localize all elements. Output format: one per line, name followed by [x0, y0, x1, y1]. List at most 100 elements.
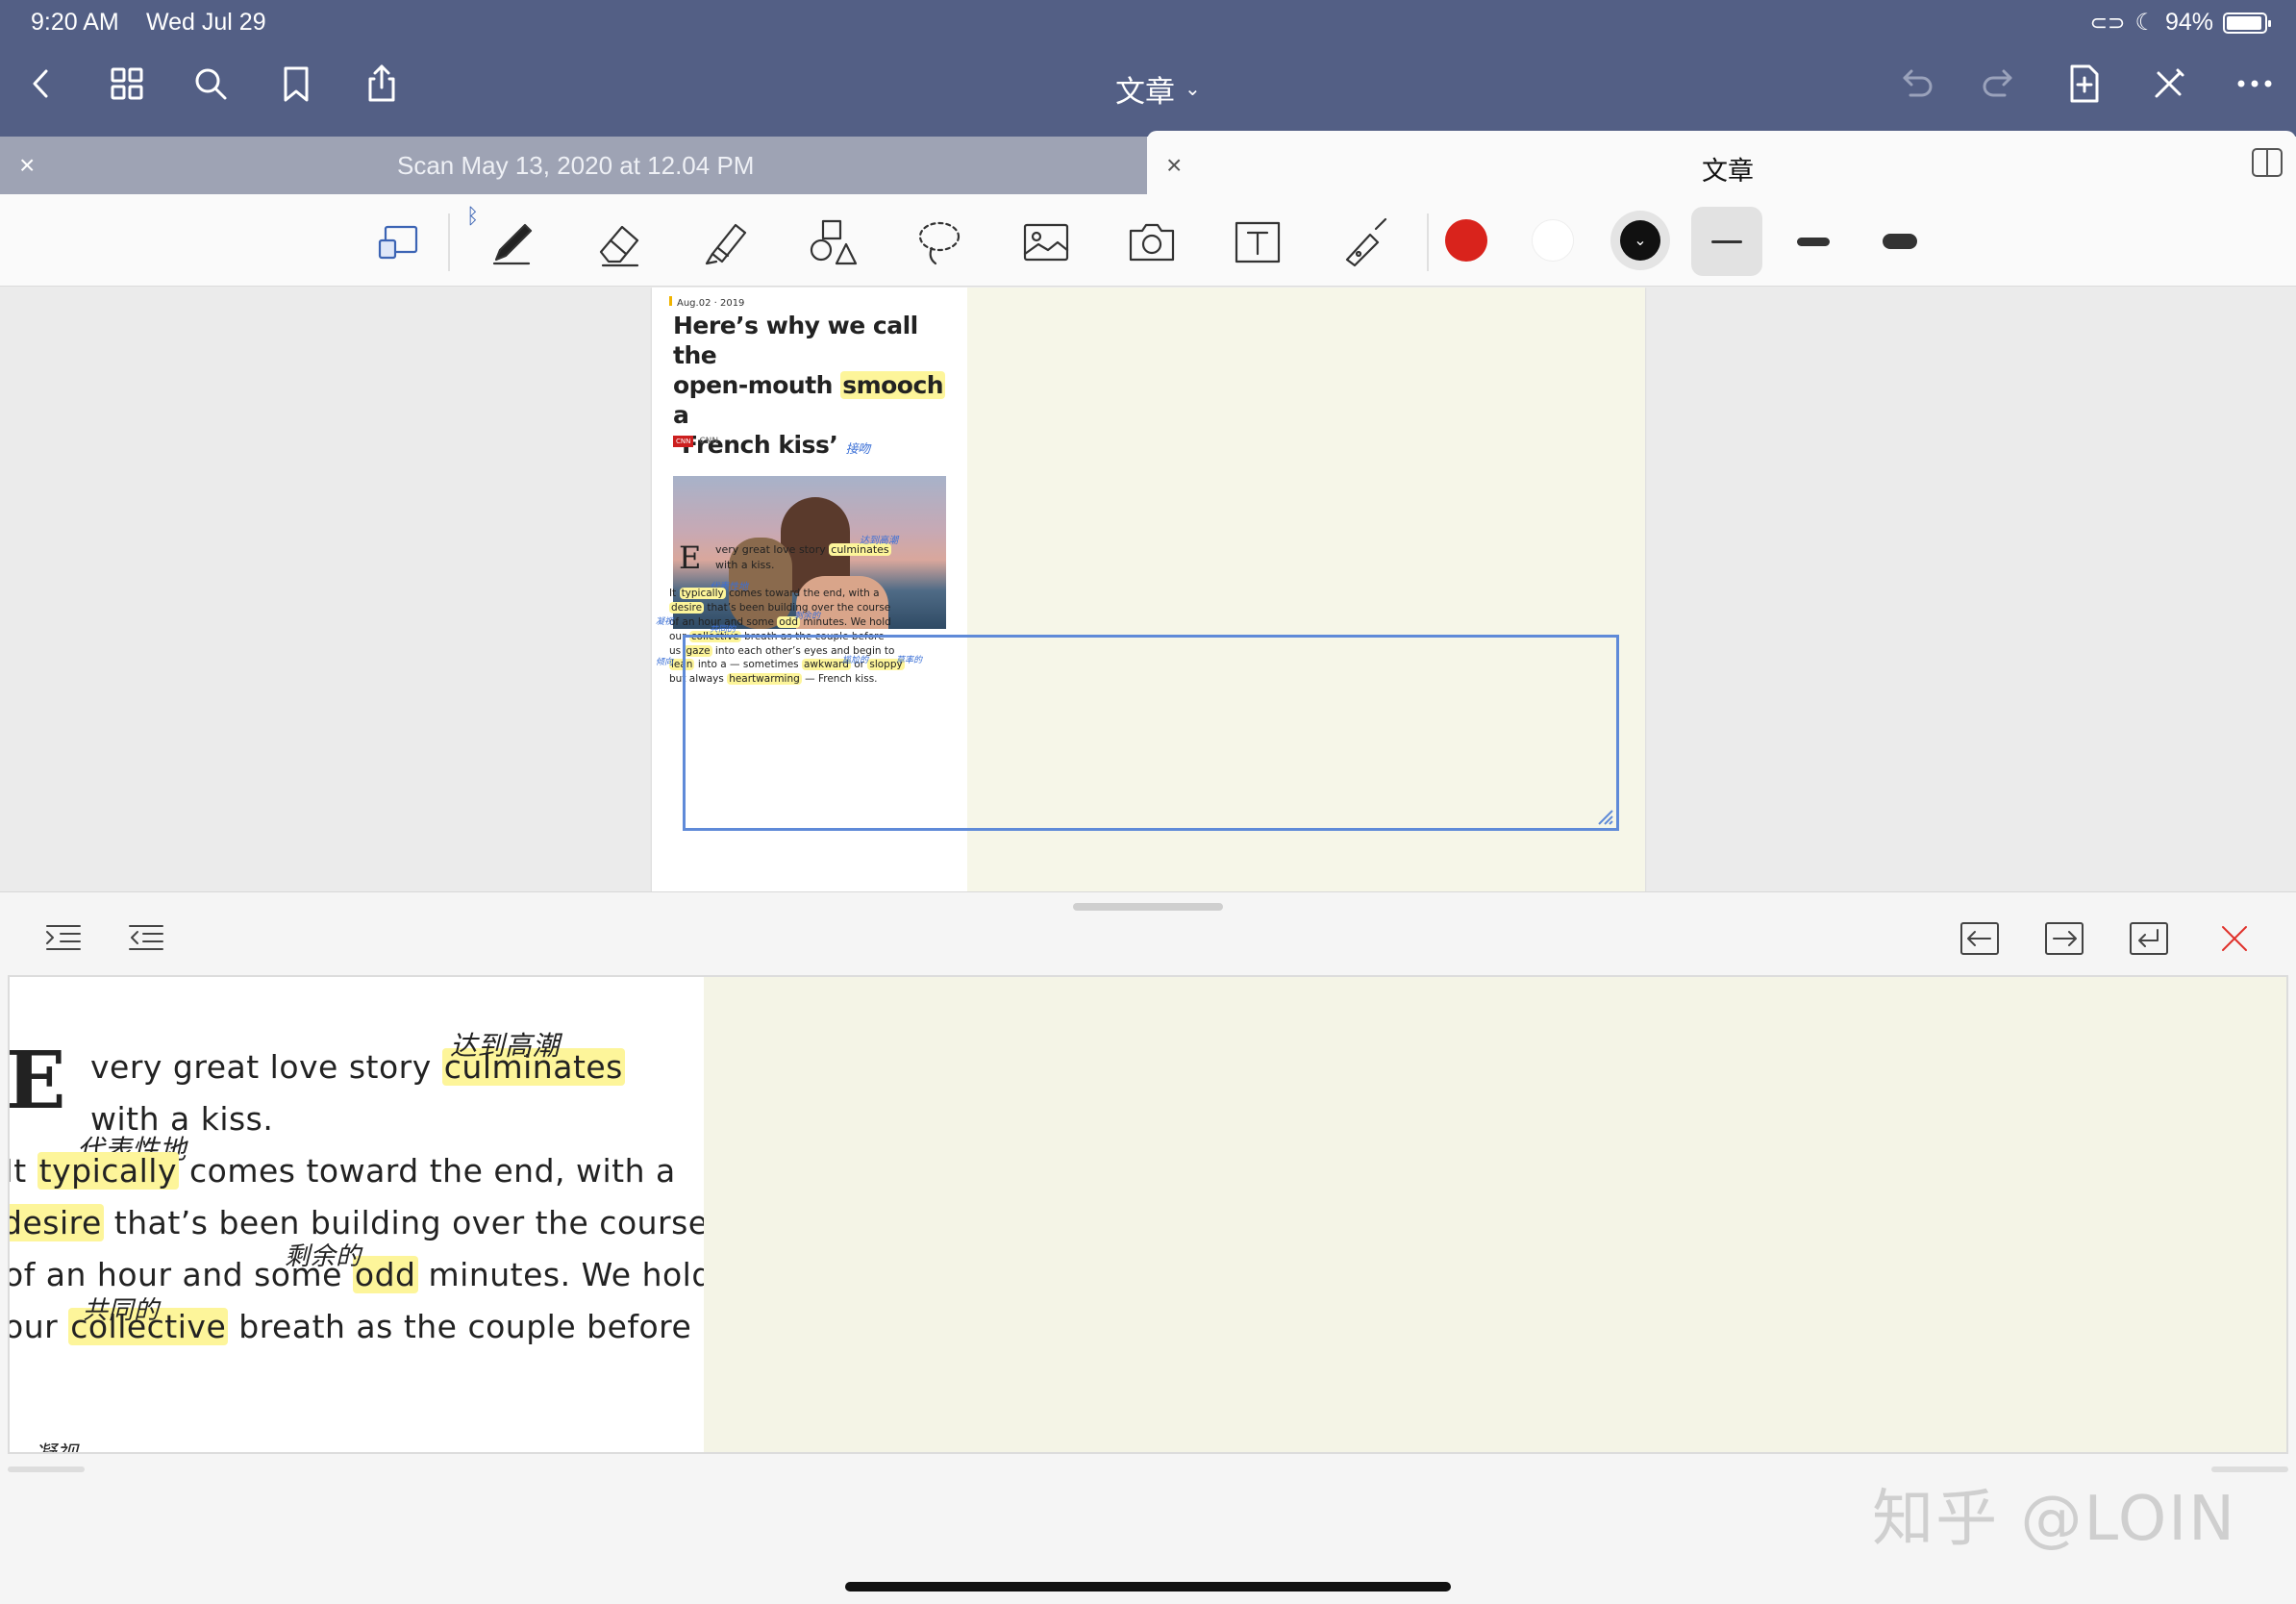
- eraser-tool[interactable]: [589, 212, 651, 273]
- share-icon: [368, 64, 395, 102]
- text-tool[interactable]: [1227, 212, 1288, 273]
- indent-increase-button[interactable]: [40, 915, 87, 962]
- tab-article[interactable]: × 文章: [1147, 131, 2296, 194]
- zoom-window-icon: [378, 225, 418, 260]
- separator: [448, 213, 450, 271]
- zoom-window-selection[interactable]: [683, 635, 1619, 831]
- handwritten-note: 达到高潮: [860, 536, 898, 546]
- text-icon: [1235, 221, 1281, 263]
- bookmark-button[interactable]: [272, 60, 320, 108]
- indent-decrease-button[interactable]: [123, 915, 169, 962]
- laser-pointer-icon: [1345, 217, 1387, 267]
- resize-handle-icon[interactable]: [1595, 807, 1614, 826]
- highlighter-icon: [705, 223, 747, 265]
- close-tab-icon[interactable]: ×: [1166, 150, 1182, 181]
- handwritten-note: 凝视: [656, 617, 674, 627]
- search-button[interactable]: [187, 60, 235, 108]
- return-icon: [2130, 922, 2168, 955]
- undo-icon: [1903, 69, 1933, 97]
- battery-percent: 94%: [2164, 9, 2213, 36]
- cnn-logo: CNN: [673, 436, 694, 447]
- drawing-toolbar: ᛒ ⌄: [0, 194, 2296, 287]
- more-button[interactable]: [2231, 60, 2279, 108]
- status-bar: 9:20 AM Wed Jul 29 ⊂⊃ ☾ 94%: [0, 0, 2296, 44]
- pen-tool[interactable]: [483, 212, 544, 273]
- back-button[interactable]: [17, 60, 65, 108]
- watermark: 知乎 @LOIN: [1872, 1484, 2236, 1555]
- highlighter-tool[interactable]: [695, 212, 757, 273]
- color-white-swatch[interactable]: [1532, 219, 1574, 262]
- image-tool[interactable]: [1015, 212, 1077, 273]
- chevron-left-icon: [33, 69, 48, 98]
- stroke-width-medium[interactable]: [1778, 207, 1849, 276]
- document-title: 文章: [1115, 75, 1175, 109]
- home-indicator[interactable]: [845, 1582, 1451, 1591]
- pen-off-icon: [2155, 68, 2184, 98]
- drop-cap: E: [679, 539, 702, 576]
- document-title-button[interactable]: 文章 ⌄: [1115, 67, 1201, 111]
- tab-label: 文章: [1702, 157, 1754, 186]
- pen-off-button[interactable]: [2145, 60, 2193, 108]
- zoom-window-panel: E very great love story culminates 达到高潮 …: [0, 891, 2296, 1604]
- paragraph-1-line-2: with a kiss.: [715, 559, 775, 571]
- close-icon: [2222, 926, 2247, 951]
- status-time: 9:20 AM: [31, 9, 119, 36]
- lasso-icon: [918, 221, 961, 265]
- indent-decrease-icon: [129, 925, 163, 950]
- drop-cap: E: [10, 1035, 67, 1127]
- grid-view-button[interactable]: [103, 60, 151, 108]
- tab-scan[interactable]: × Scan May 13, 2020 at 12.04 PM: [0, 137, 1147, 194]
- article-line: It typically comes toward the end, with …: [669, 588, 880, 599]
- article-date: Aug.02 · 2019: [669, 296, 744, 309]
- battery-icon: [2223, 12, 2271, 34]
- move-right-button[interactable]: [2041, 915, 2087, 962]
- close-tab-icon[interactable]: ×: [19, 150, 35, 181]
- article-line: of an hour and some odd minutes. We hold: [669, 616, 891, 628]
- bluetooth-icon: ᛒ: [466, 204, 480, 228]
- indent-increase-icon: [46, 925, 81, 950]
- stroke-width-thin[interactable]: [1691, 207, 1762, 276]
- redo-button[interactable]: [1976, 60, 2024, 108]
- moon-icon: ☾: [2134, 10, 2156, 36]
- split-view-icon[interactable]: [2250, 145, 2284, 180]
- handwritten-note: 凝视: [35, 1437, 78, 1452]
- new-line-button[interactable]: [2126, 915, 2172, 962]
- undo-button[interactable]: [1891, 60, 1939, 108]
- color-red-swatch[interactable]: [1445, 219, 1487, 262]
- shapes-icon: [810, 219, 858, 265]
- handwritten-note: 共同的: [83, 1296, 160, 1325]
- chevron-down-icon: ⌄: [1185, 79, 1201, 100]
- share-button[interactable]: [358, 60, 406, 108]
- document-canvas[interactable]: Aug.02 · 2019 Here’s why we call the ope…: [0, 288, 2296, 891]
- add-page-button[interactable]: [2060, 60, 2109, 108]
- chevron-down-icon: ⌄: [1620, 220, 1660, 261]
- bookmark-icon: [284, 66, 309, 102]
- camera-tool[interactable]: [1121, 212, 1183, 273]
- panel-grabber[interactable]: [1073, 903, 1223, 911]
- search-icon: [195, 68, 227, 100]
- scroll-indicator: [8, 1466, 85, 1472]
- move-left-icon: [1960, 922, 1999, 955]
- zoom-writing-area[interactable]: E very great love story culminates 达到高潮 …: [8, 975, 2288, 1454]
- pen-icon: [492, 223, 533, 265]
- handwritten-note: 倾向: [656, 658, 674, 667]
- zoom-window-tool[interactable]: [370, 212, 432, 273]
- move-left-button[interactable]: [1957, 915, 2003, 962]
- camera-icon: [1129, 223, 1175, 262]
- stroke-width-thick[interactable]: [1864, 207, 1935, 276]
- handwritten-note: 达到高潮: [450, 1030, 561, 1062]
- separator: [1427, 213, 1429, 271]
- image-icon: [1023, 223, 1069, 262]
- close-zoom-button[interactable]: [2211, 915, 2258, 962]
- handwritten-note: 剩余的: [285, 1242, 362, 1271]
- add-page-icon: [2070, 64, 2099, 103]
- shapes-tool[interactable]: [802, 212, 863, 273]
- lasso-tool[interactable]: [909, 212, 970, 273]
- status-right: ⊂⊃ ☾ 94%: [2090, 9, 2271, 37]
- article-line: desire that’s been building over the cou…: [669, 602, 891, 614]
- tab-bar: × Scan May 13, 2020 at 12.04 PM × 文章: [0, 131, 2296, 194]
- eraser-icon: [599, 225, 639, 267]
- top-navigation-bar: 9:20 AM Wed Jul 29 ⊂⊃ ☾ 94% 文章 ⌄: [0, 0, 2296, 137]
- laser-pointer-tool[interactable]: [1334, 212, 1395, 273]
- color-black-swatch-selected[interactable]: ⌄: [1610, 211, 1670, 270]
